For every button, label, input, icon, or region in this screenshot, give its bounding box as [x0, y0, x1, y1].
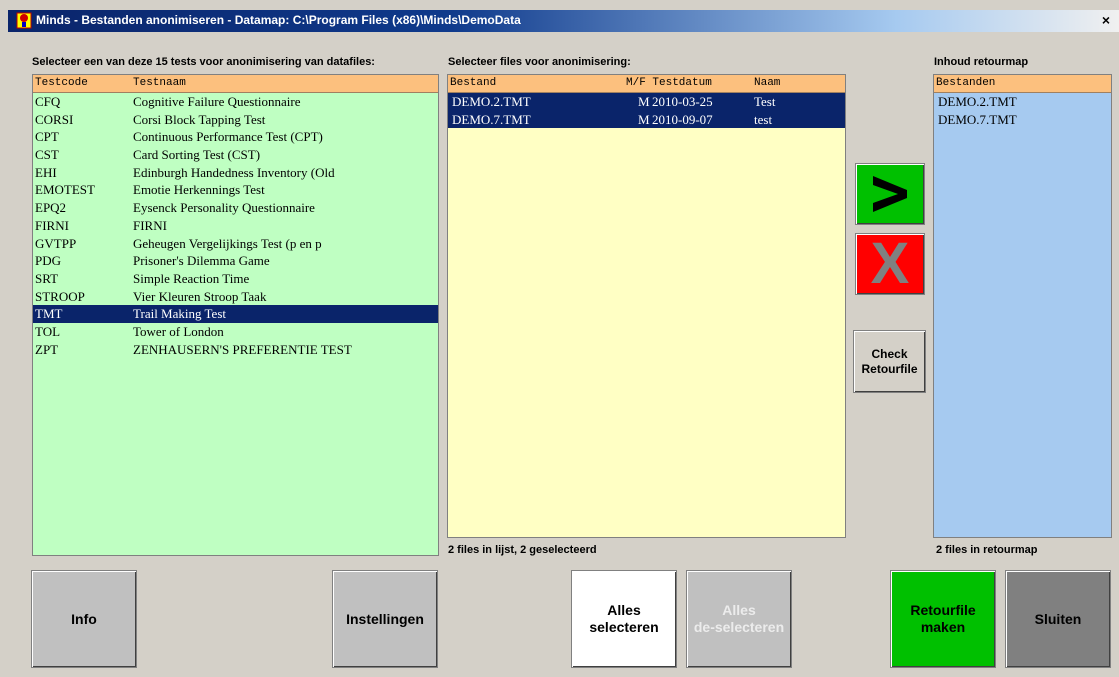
test-code: ZPT	[35, 341, 59, 357]
test-code: EMOTEST	[35, 182, 95, 198]
table-row[interactable]: FIRNI FIRNI	[33, 217, 438, 235]
settings-label: Instellingen	[346, 610, 424, 627]
test-code: CFQ	[35, 94, 61, 109]
remove-from-return-button[interactable]: X	[855, 233, 925, 295]
deselect-all-label: Alles de-selecteren	[693, 602, 785, 635]
test-name: Tower of London	[133, 323, 224, 339]
test-name: Emotie Herkennings Test	[133, 182, 265, 198]
test-code: SRT	[35, 270, 59, 286]
col-testcode[interactable]: Testcode	[35, 77, 88, 89]
test-name: Edinburgh Handedness Inventory (Old	[133, 164, 335, 180]
file-sex: M	[638, 94, 650, 109]
table-row[interactable]: DEMO.7.TMT M 2010-09-07 test	[448, 110, 845, 129]
col-testnaam[interactable]: Testnaam	[133, 77, 186, 89]
test-name: Eysenck Personality Questionnaire	[133, 200, 315, 216]
file-person: test	[754, 111, 773, 127]
test-name: Cognitive Failure Questionnaire	[133, 94, 301, 109]
return-file-name: DEMO.7.TMT	[938, 111, 1017, 127]
test-name: Corsi Block Tapping Test	[133, 111, 266, 127]
return-list[interactable]: Bestanden DEMO.2.TMT DEMO.7.TMT	[933, 74, 1112, 538]
file-date: 2010-03-25	[652, 94, 713, 109]
table-row[interactable]: CST Card Sorting Test (CST)	[33, 146, 438, 164]
file-date: 2010-09-07	[652, 111, 713, 127]
test-name: Card Sorting Test (CST)	[133, 147, 261, 163]
table-row[interactable]: EMOTEST Emotie Herkennings Test	[33, 181, 438, 199]
title-bar[interactable]: Minds - Bestanden anonimiseren - Datamap…	[8, 10, 1119, 32]
table-row[interactable]: EPQ2 Eysenck Personality Questionnaire	[33, 199, 438, 217]
file-name: DEMO.7.TMT	[452, 111, 531, 127]
test-name: Continuous Performance Test (CPT)	[133, 129, 323, 145]
settings-button[interactable]: Instellingen	[332, 570, 438, 668]
table-row[interactable]: CPT Continuous Performance Test (CPT)	[33, 128, 438, 146]
test-code: CST	[35, 147, 59, 163]
return-file-name: DEMO.2.TMT	[938, 94, 1017, 109]
table-row[interactable]: STROOP Vier Kleuren Stroop Taak	[33, 288, 438, 306]
col-bestand[interactable]: Bestand	[450, 77, 496, 89]
test-code: STROOP	[35, 288, 85, 304]
close-label: Sluiten	[1034, 610, 1082, 627]
file-person: Test	[754, 94, 776, 109]
test-name: Vier Kleuren Stroop Taak	[133, 288, 267, 304]
deselect-all-button[interactable]: Alles de-selecteren	[686, 570, 792, 668]
add-to-return-button[interactable]	[855, 163, 925, 225]
make-retourfile-label: Retourfile maken	[910, 602, 976, 635]
return-status: 2 files in retourmap	[936, 544, 1038, 556]
tests-list[interactable]: Testcode Testnaam CFQ Cognitive Failure Q…	[32, 74, 439, 556]
list-item[interactable]: DEMO.7.TMT	[934, 111, 1111, 129]
files-caption: Selecteer files voor anonimisering:	[448, 56, 631, 68]
col-naam[interactable]: Naam	[754, 77, 780, 89]
test-code: EPQ2	[35, 200, 67, 216]
check-retourfile-button[interactable]: Check Retourfile	[853, 330, 926, 393]
col-mf-testdatum[interactable]: M/F Testdatum	[626, 77, 712, 89]
tests-caption: Selecteer een van deze 15 tests voor ano…	[32, 56, 375, 68]
x-icon: X	[870, 231, 910, 296]
test-code: TOL	[35, 323, 61, 339]
table-row[interactable]: SRT Simple Reaction Time	[33, 270, 438, 288]
test-name: FIRNI	[133, 217, 167, 233]
table-row[interactable]: CFQ Cognitive Failure Questionnaire	[33, 93, 438, 111]
test-name: Geheugen Vergelijkings Test (p en p	[133, 235, 322, 251]
select-all-label: Alles selecteren	[589, 602, 659, 635]
test-code: EHI	[35, 164, 57, 180]
chevron-right-icon	[873, 176, 907, 212]
table-row[interactable]: GVTPP Geheugen Vergelijkings Test (p en p	[33, 235, 438, 253]
test-code: TMT	[35, 306, 63, 322]
make-retourfile-button[interactable]: Retourfile maken	[890, 570, 996, 668]
info-button[interactable]: Info	[31, 570, 137, 668]
return-list-header: Bestanden	[934, 75, 1111, 93]
info-label: Info	[71, 610, 97, 627]
test-name: Prisoner's Dilemma Game	[133, 253, 270, 269]
close-button[interactable]: Sluiten	[1005, 570, 1111, 668]
files-list-header: Bestand M/F Testdatum Naam	[448, 75, 845, 93]
table-row[interactable]: CORSI Corsi Block Tapping Test	[33, 111, 438, 129]
table-row[interactable]: ZPT ZENHAUSERN'S PREFERENTIE TEST	[33, 341, 438, 359]
app-icon	[16, 12, 32, 29]
main-window: Minds - Bestanden anonimiseren - Datamap…	[0, 0, 1119, 677]
table-row[interactable]: DEMO.2.TMT M 2010-03-25 Test	[448, 93, 845, 111]
file-name: DEMO.2.TMT	[452, 94, 531, 109]
return-caption: Inhoud retourmap	[934, 56, 1029, 68]
table-row[interactable]: TOL Tower of London	[33, 323, 438, 341]
table-row[interactable]: PDG Prisoner's Dilemma Game	[33, 252, 438, 270]
test-name: ZENHAUSERN'S PREFERENTIE TEST	[133, 341, 352, 357]
test-code: GVTPP	[35, 235, 77, 251]
select-all-button[interactable]: Alles selecteren	[571, 570, 677, 668]
check-retourfile-label: Check Retourfile	[861, 346, 918, 376]
files-status: 2 files in lijst, 2 geselecteerd	[448, 544, 597, 556]
list-item[interactable]: DEMO.2.TMT	[934, 93, 1111, 111]
table-row[interactable]: TMT Trail Making Test	[33, 305, 438, 323]
table-row[interactable]: EHI Edinburgh Handedness Inventory (Old	[33, 164, 438, 182]
test-code: PDG	[35, 253, 62, 269]
test-code: CORSI	[35, 111, 74, 127]
file-sex: M	[638, 111, 650, 127]
window-title: Minds - Bestanden anonimiseren - Datamap…	[36, 13, 521, 27]
close-icon[interactable]: ×	[1099, 12, 1113, 28]
test-code: CPT	[35, 129, 59, 145]
files-list[interactable]: Bestand M/F Testdatum Naam DEMO.2.TMT M 20…	[447, 74, 846, 538]
col-bestanden[interactable]: Bestanden	[936, 77, 995, 89]
test-name: Simple Reaction Time	[133, 270, 250, 286]
test-name: Trail Making Test	[133, 306, 226, 322]
tests-list-header: Testcode Testnaam	[33, 75, 438, 93]
test-code: FIRNI	[35, 217, 69, 233]
